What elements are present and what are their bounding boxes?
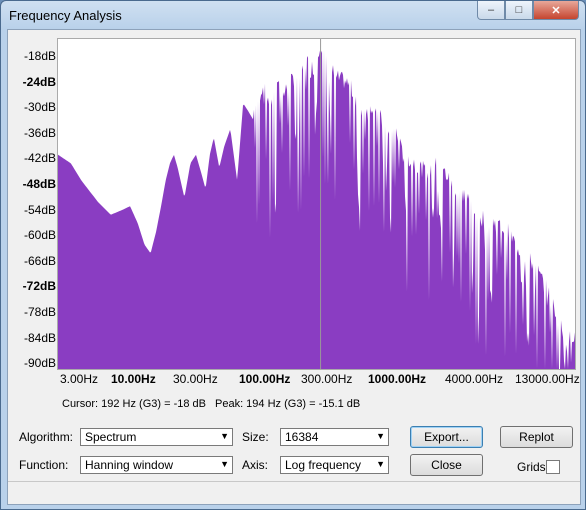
function-select[interactable]: Hanning window ▼ bbox=[80, 456, 233, 474]
frequency-analysis-window: Frequency Analysis – □ ✕ -18dB -24dB -30dB… bbox=[0, 0, 586, 510]
y-tick-label: -90dB bbox=[23, 356, 56, 371]
y-tick-label: -78dB bbox=[23, 305, 56, 319]
algorithm-select[interactable]: Spectrum ▼ bbox=[80, 428, 233, 446]
cursor-info: Cursor: 192 Hz (G3) = -18 dB bbox=[62, 398, 206, 410]
y-tick-label: -84dB bbox=[23, 330, 56, 345]
title-bar[interactable]: Frequency Analysis – □ ✕ bbox=[1, 1, 585, 29]
x-tick-label: 3.00Hz bbox=[60, 372, 99, 386]
size-value: 16384 bbox=[285, 430, 319, 444]
y-tick-label: -66dB bbox=[23, 253, 56, 268]
chevron-down-icon: ▼ bbox=[220, 459, 229, 469]
chevron-down-icon: ▼ bbox=[220, 431, 229, 441]
close-window-button[interactable]: ✕ bbox=[533, 1, 579, 20]
function-label: Function: bbox=[19, 458, 69, 472]
size-select[interactable]: 16384 ▼ bbox=[280, 428, 389, 446]
spectrum-plot[interactable] bbox=[57, 38, 576, 370]
function-value: Hanning window bbox=[85, 458, 174, 472]
grids-checkbox[interactable] bbox=[546, 460, 560, 474]
axis-select[interactable]: Log frequency ▼ bbox=[280, 456, 389, 474]
status-bar bbox=[8, 481, 580, 504]
peak-info: Peak: 194 Hz (G3) = -15.1 dB bbox=[215, 398, 361, 410]
dialog-client-area: -18dB -24dB -30dB -36dB -42dB -48dB -54dB -60dB… bbox=[7, 29, 581, 505]
y-tick-label: -42dB bbox=[23, 151, 56, 166]
y-tick-label: -48dB bbox=[22, 177, 56, 191]
window-title: Frequency Analysis bbox=[9, 8, 122, 23]
axis-label: Axis: bbox=[242, 458, 269, 472]
x-tick-label: 30.00Hz bbox=[173, 372, 218, 386]
y-tick-label: -60dB bbox=[23, 228, 56, 243]
x-tick-label: 4000.00Hz bbox=[445, 372, 504, 386]
grids-label: Grids bbox=[517, 460, 546, 474]
algorithm-value: Spectrum bbox=[85, 430, 137, 444]
x-tick-label: 13000.00Hz bbox=[515, 372, 580, 386]
chevron-down-icon: ▼ bbox=[376, 459, 385, 469]
spectrum-chart[interactable] bbox=[58, 39, 575, 369]
y-tick-label: -36dB bbox=[23, 125, 56, 140]
chevron-down-icon: ▼ bbox=[376, 431, 385, 441]
close-button[interactable]: Close bbox=[410, 454, 483, 476]
y-tick-label: -30dB bbox=[23, 100, 56, 115]
algorithm-label: Algorithm: bbox=[19, 430, 74, 444]
y-tick-label: -24dB bbox=[22, 74, 56, 89]
axis-value: Log frequency bbox=[285, 458, 362, 472]
x-tick-label: 10.00Hz bbox=[111, 372, 156, 386]
y-tick-label: -18dB bbox=[23, 49, 56, 63]
y-tick-label: -54dB bbox=[23, 202, 56, 217]
spectrum-area bbox=[58, 49, 575, 369]
export-button[interactable]: Export... bbox=[410, 426, 483, 448]
replot-button[interactable]: Replot bbox=[500, 426, 573, 448]
y-tick-label: -72dB bbox=[22, 279, 56, 294]
minimize-button[interactable]: – bbox=[477, 1, 505, 20]
size-label: Size: bbox=[242, 430, 269, 444]
x-tick-label: 300.00Hz bbox=[301, 372, 353, 386]
x-tick-label: 1000.00Hz bbox=[368, 372, 427, 386]
x-tick-label: 100.00Hz bbox=[239, 372, 291, 386]
maximize-button[interactable]: □ bbox=[505, 1, 533, 20]
